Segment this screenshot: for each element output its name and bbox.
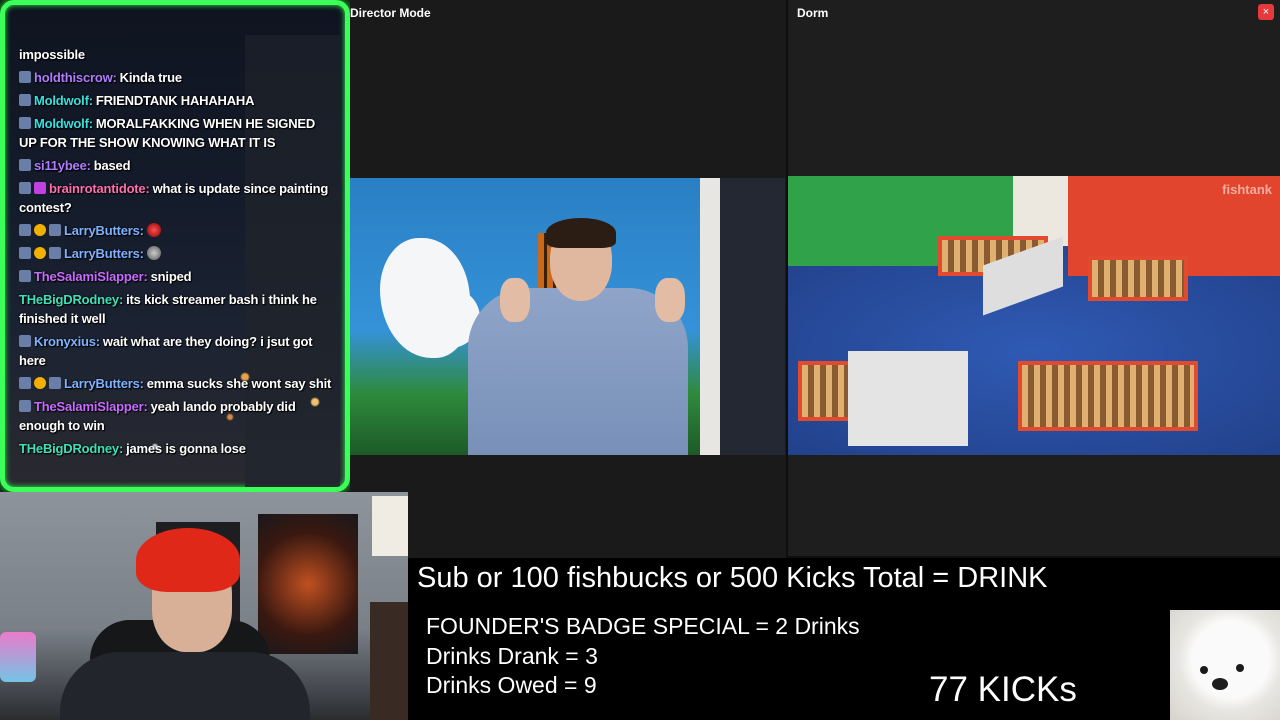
dog-image	[1170, 610, 1280, 720]
chat-message: LarryButters:	[19, 221, 335, 240]
drink-counter-overlay: Sub or 100 fishbucks or 500 Kicks Total …	[408, 558, 1280, 720]
chat-panel: impossible holdthiscrow: Kinda true Moldw…	[0, 0, 350, 492]
chat-username[interactable]: THeBigDRodney:	[19, 292, 123, 307]
chat-username[interactable]: Moldwolf:	[34, 116, 93, 131]
siren-emote-icon	[146, 223, 161, 237]
founder-badge-icon	[19, 247, 31, 259]
rank-badge-icon	[19, 117, 31, 129]
bunk-frame	[1018, 361, 1198, 431]
coin-badge-icon	[34, 224, 46, 236]
emote-icon	[146, 246, 161, 260]
rank-badge-icon	[19, 159, 31, 171]
message-text: FRIENDTANK HAHAHAHA	[95, 93, 255, 108]
person-hair	[546, 218, 616, 248]
dorm-title: Dorm	[797, 6, 829, 20]
coin-badge-icon	[34, 247, 46, 259]
rank-badge-icon	[19, 400, 31, 412]
chat-message-list[interactable]: impossible holdthiscrow: Kinda true Moldw…	[19, 45, 335, 462]
chat-username[interactable]: THeBigDRodney:	[19, 441, 123, 456]
message-text: based	[93, 158, 131, 173]
message-text: sniped	[150, 269, 192, 284]
close-button[interactable]: ×	[1258, 4, 1274, 20]
warcraft-poster	[258, 514, 358, 654]
chat-message: Moldwolf: FRIENDTANK HAHAHAHA	[19, 91, 335, 110]
chat-message: TheSalamiSlapper: yeah lando probably did…	[19, 397, 335, 435]
drink-rule: Sub or 100 fishbucks or 500 Kicks Total …	[417, 562, 1048, 594]
streamer-webcam	[0, 492, 408, 720]
founder-badge-icon	[19, 224, 31, 236]
rank-badge-icon	[19, 270, 31, 282]
chat-message: TheSalamiSlapper: sniped	[19, 267, 335, 286]
chat-username[interactable]: si11ybee:	[34, 158, 91, 173]
rank-badge-icon	[49, 377, 61, 389]
chat-username[interactable]: TheSalamiSlapper:	[34, 269, 148, 284]
streamer-hoodie	[60, 652, 310, 720]
chat-message: si11ybee: based	[19, 156, 335, 175]
director-video-feed[interactable]	[350, 178, 785, 455]
door-frame	[700, 178, 720, 455]
dog-eye	[1200, 666, 1208, 674]
bunk-frame	[1088, 256, 1188, 301]
rank-badge-icon	[19, 335, 31, 347]
message-text: impossible	[19, 47, 85, 62]
message-text: james is gonna lose	[126, 441, 246, 456]
founder-badge-icon	[19, 377, 31, 389]
dorm-video-feed[interactable]: fishtank	[788, 176, 1280, 455]
doorway	[720, 178, 785, 455]
chat-message: impossible	[19, 45, 335, 64]
message-text: emma sucks she wont say shit	[146, 376, 332, 391]
director-mode-panel: Director Mode	[350, 0, 786, 560]
drinks-owed: Drinks Owed = 9	[426, 672, 597, 698]
rank-badge-icon	[49, 224, 61, 236]
chat-username[interactable]: Kronyxius:	[34, 334, 100, 349]
chat-username[interactable]: Moldwolf:	[34, 93, 93, 108]
dog-nose	[1212, 678, 1228, 690]
dog-eye	[1236, 664, 1244, 672]
rank-badge-icon	[19, 94, 31, 106]
chat-username[interactable]: brainrotantidote:	[49, 181, 150, 196]
kicks-counter: 77 KICKs	[929, 670, 1077, 709]
founder-badge-special: FOUNDER'S BADGE SPECIAL = 2 Drinks	[426, 613, 860, 639]
mattress	[848, 351, 968, 446]
chat-message: Kronyxius: wait what are they doing? i js…	[19, 332, 335, 370]
message-text: Kinda true	[119, 70, 182, 85]
rank-badge-icon	[19, 182, 31, 194]
fishtank-watermark: fishtank	[1222, 182, 1272, 197]
shelf	[370, 602, 408, 720]
rgb-lamp	[0, 632, 36, 682]
chat-message: THeBigDRodney: its kick streamer bash i t…	[19, 290, 335, 328]
chat-username[interactable]: LarryButters:	[64, 376, 144, 391]
director-title: Director Mode	[350, 6, 431, 20]
chat-message: holdthiscrow: Kinda true	[19, 68, 335, 87]
person-hand	[655, 278, 685, 322]
drinks-drank: Drinks Drank = 3	[426, 643, 598, 669]
dorm-panel: Dorm × fishtank	[788, 0, 1280, 556]
chat-message: LarryButters:	[19, 244, 335, 263]
chat-message: THeBigDRodney: james is gonna lose	[19, 439, 335, 458]
coin-badge-icon	[34, 377, 46, 389]
rank-badge-icon	[19, 71, 31, 83]
chat-username[interactable]: holdthiscrow:	[34, 70, 117, 85]
wall-poster	[372, 496, 408, 556]
red-beanie	[136, 528, 240, 592]
chat-username[interactable]: LarryButters:	[64, 223, 144, 238]
chat-message: LarryButters: emma sucks she wont say shi…	[19, 374, 335, 393]
chat-message: brainrotantidote: what is update since pa…	[19, 179, 335, 217]
chat-message: Moldwolf: MORALFAKKING WHEN HE SIGNED UP …	[19, 114, 335, 152]
person-hand	[500, 278, 530, 322]
chat-username[interactable]: TheSalamiSlapper:	[34, 399, 148, 414]
gift-badge-icon	[34, 182, 46, 194]
chat-username[interactable]: LarryButters:	[64, 246, 144, 261]
rank-badge-icon	[49, 247, 61, 259]
